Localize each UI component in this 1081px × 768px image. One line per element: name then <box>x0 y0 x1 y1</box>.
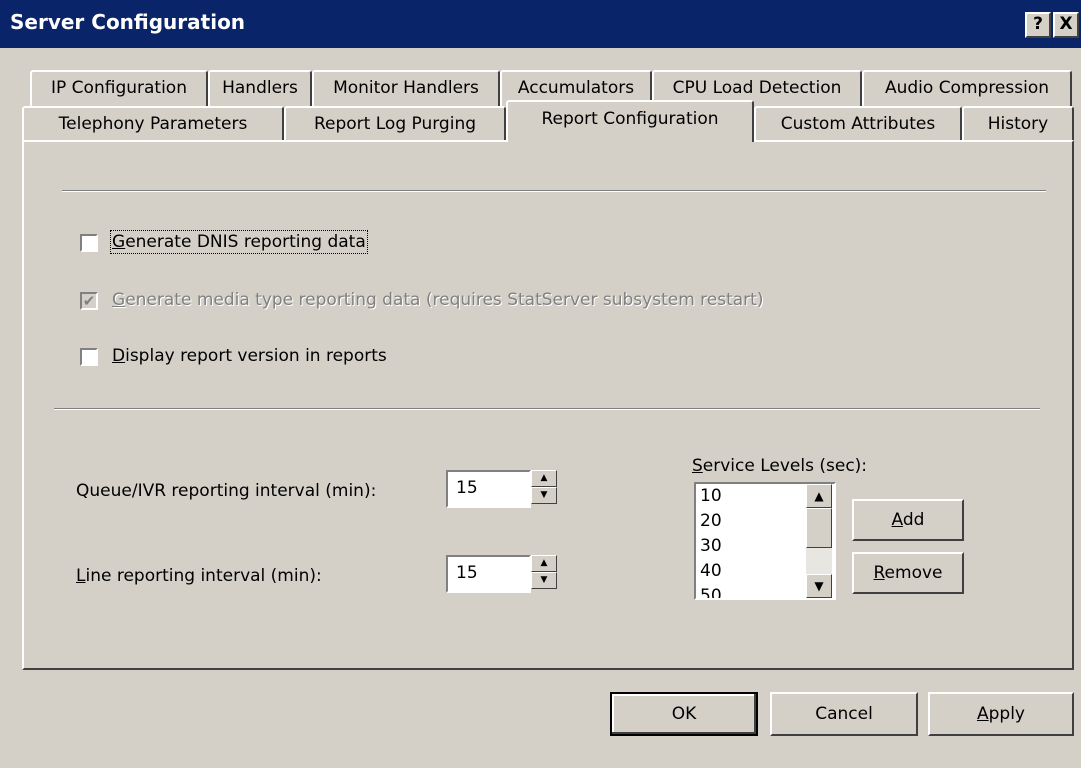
title-bar: Server Configuration ? X <box>0 0 1081 48</box>
add-button[interactable]: Add <box>852 499 964 541</box>
scroll-up-button[interactable]: ▲ <box>806 484 832 508</box>
dnis-label[interactable]: Generate DNIS reporting data <box>110 230 368 254</box>
remove-button[interactable]: Remove <box>852 552 964 594</box>
tab-report-log-purging[interactable]: Report Log Purging <box>284 106 506 142</box>
up-arrow-icon: ▲ <box>814 489 824 503</box>
tab-audio-compression[interactable]: Audio Compression <box>862 70 1072 106</box>
queue-interval-up-button[interactable]: ▲ <box>531 470 557 487</box>
up-arrow-icon: ▲ <box>540 473 548 483</box>
report-version-label[interactable]: Display report version in reports <box>112 346 387 366</box>
help-icon: ? <box>1033 14 1043 34</box>
service-levels-label: Service Levels (sec): <box>692 456 868 476</box>
queue-interval-label: Queue/IVR reporting interval (min): <box>76 481 377 501</box>
close-button[interactable]: X <box>1053 12 1079 38</box>
tab-telephony-parameters[interactable]: Telephony Parameters <box>22 106 284 142</box>
tab-report-configuration[interactable]: Report Configuration <box>506 100 754 142</box>
scroll-down-button[interactable]: ▼ <box>806 574 832 598</box>
dnis-checkbox[interactable] <box>80 234 98 252</box>
checkmark-icon: ✔ <box>82 292 96 310</box>
separator-middle <box>54 408 1040 410</box>
ok-button[interactable]: OK <box>610 692 758 736</box>
tab-ip-configuration[interactable]: IP Configuration <box>30 70 208 106</box>
line-interval-input[interactable]: 15 <box>446 555 531 593</box>
queue-interval-input[interactable]: 15 <box>446 470 531 508</box>
close-icon: X <box>1059 14 1073 34</box>
separator-top <box>62 190 1046 192</box>
line-interval-up-button[interactable]: ▲ <box>531 555 557 572</box>
media-type-label: Generate media type reporting data (requ… <box>112 290 764 310</box>
tab-monitor-handlers[interactable]: Monitor Handlers <box>312 70 500 106</box>
up-arrow-icon: ▲ <box>540 558 548 568</box>
help-button[interactable]: ? <box>1025 12 1051 38</box>
window-title: Server Configuration <box>10 10 246 34</box>
scroll-thumb[interactable] <box>806 508 832 548</box>
report-configuration-panel: Generate DNIS reporting data ✔ Generate … <box>22 140 1074 670</box>
line-interval-down-button[interactable]: ▼ <box>531 572 557 589</box>
down-arrow-icon: ▼ <box>814 579 824 593</box>
tab-custom-attributes[interactable]: Custom Attributes <box>754 106 962 142</box>
apply-button[interactable]: Apply <box>928 692 1074 736</box>
tab-handlers[interactable]: Handlers <box>208 70 312 106</box>
media-type-checkbox[interactable]: ✔ <box>80 292 98 310</box>
report-version-checkbox[interactable] <box>80 348 98 366</box>
queue-interval-down-button[interactable]: ▼ <box>531 487 557 504</box>
list-scrollbar[interactable]: ▲ ▼ <box>806 484 832 598</box>
tab-history[interactable]: History <box>962 106 1074 142</box>
down-arrow-icon: ▼ <box>540 575 548 585</box>
down-arrow-icon: ▼ <box>540 490 548 500</box>
cancel-button[interactable]: Cancel <box>770 692 918 736</box>
line-interval-label: Line reporting interval (min): <box>76 566 322 586</box>
